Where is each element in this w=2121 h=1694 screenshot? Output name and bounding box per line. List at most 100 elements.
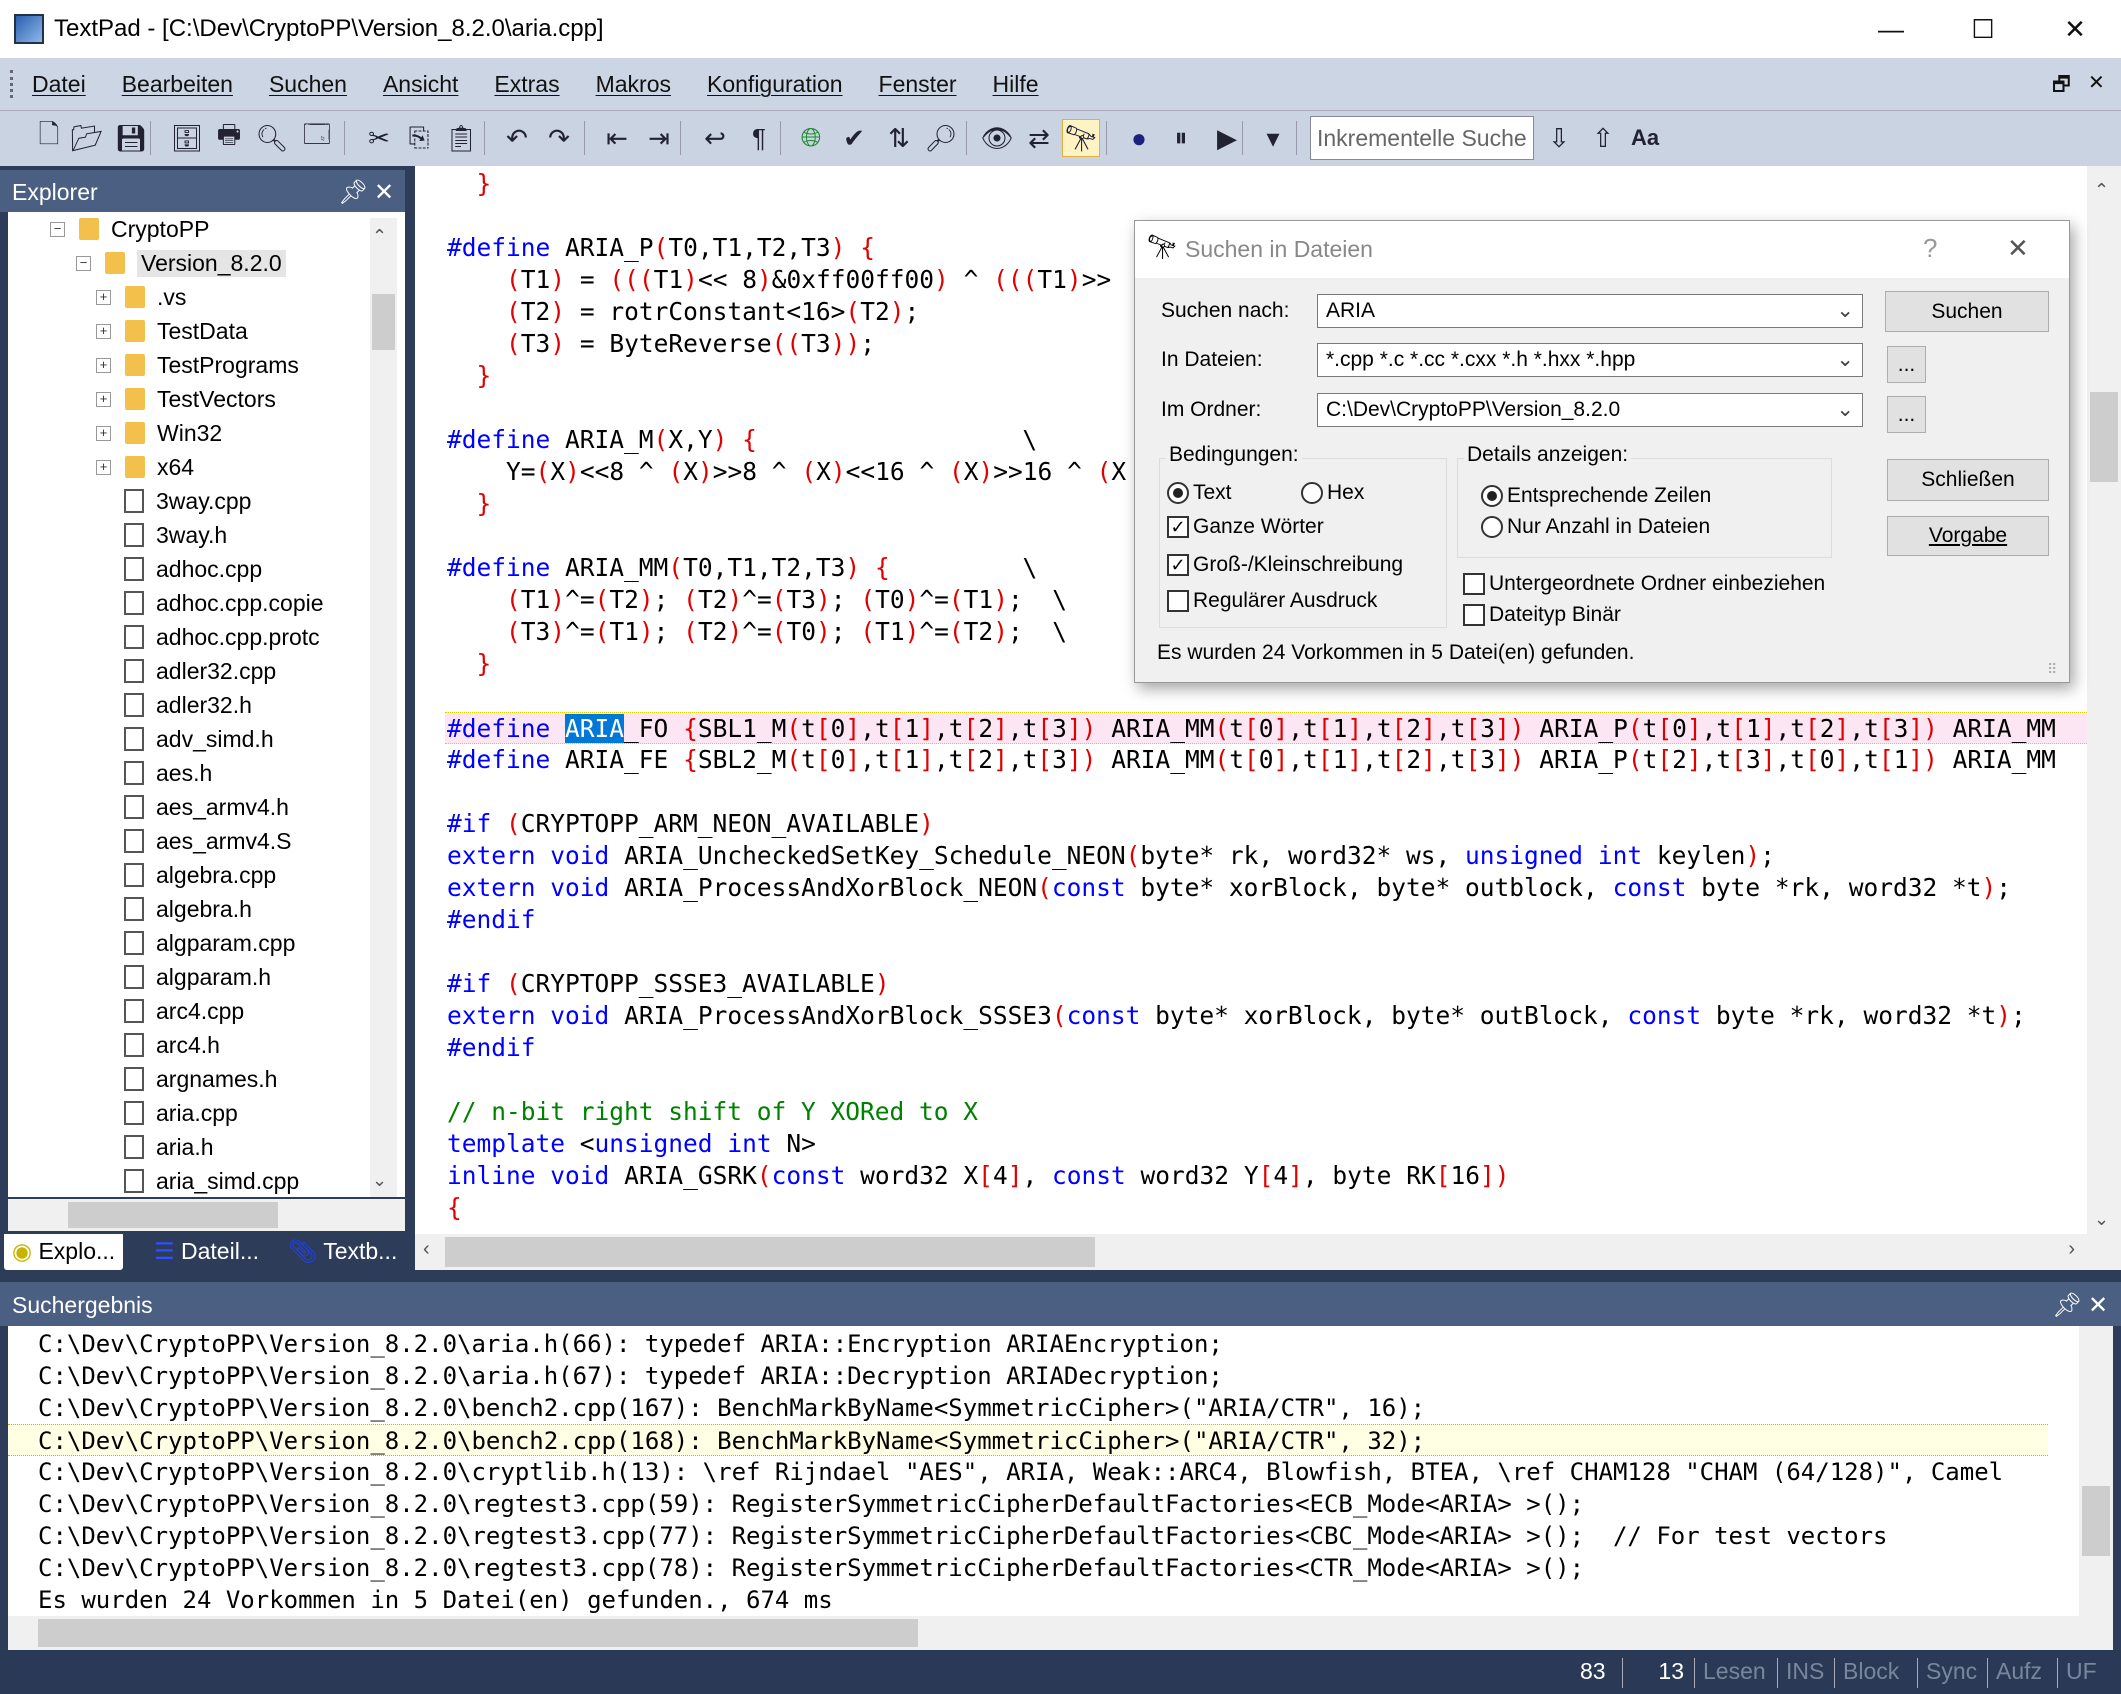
radio-icon[interactable]	[1481, 516, 1503, 538]
status-uf[interactable]: UF	[2057, 1658, 2105, 1688]
document-properties-icon[interactable]: 🗔	[298, 119, 336, 157]
expand-icon[interactable]: +	[96, 357, 111, 373]
tree-item[interactable]: algebra.h	[124, 892, 252, 926]
checkbox-whole-words[interactable]: ✓ Ganze Wörter	[1167, 515, 1324, 539]
tree-item[interactable]: argnames.h	[124, 1062, 277, 1096]
checkbox-icon[interactable]	[1463, 573, 1485, 595]
result-line[interactable]: C:\Dev\CryptoPP\Version_8.2.0\cryptlib.h…	[38, 1456, 2048, 1488]
editor-horizontal-scrollbar[interactable]: ‹ ›	[415, 1234, 2121, 1270]
tree-item[interactable]: adler32.cpp	[124, 654, 276, 688]
result-line[interactable]: Es wurden 24 Vorkommen in 5 Datei(en) ge…	[38, 1584, 2048, 1616]
minimize-button[interactable]: —	[1845, 0, 1937, 58]
scroll-thumb[interactable]	[38, 1619, 918, 1647]
tree-item[interactable]: adhoc.cpp.protc	[124, 620, 320, 654]
menu-hilfe[interactable]: Hilfe	[993, 71, 1039, 98]
close-panel-icon[interactable]: ✕	[2088, 1291, 2108, 1320]
results-vertical-scrollbar[interactable]	[2079, 1326, 2113, 1616]
tree-item[interactable]: − CryptoPP	[50, 212, 209, 246]
status-ins[interactable]: INS	[1777, 1658, 1832, 1688]
sort-icon[interactable]: ⇅	[880, 119, 918, 157]
tree-item[interactable]: aria_simd.cpp	[124, 1164, 299, 1197]
menu-grip[interactable]	[10, 70, 14, 98]
open-file-icon[interactable]: 📂︎	[68, 119, 106, 157]
tree-item[interactable]: adhoc.cpp	[124, 552, 262, 586]
tree-item[interactable]: arc4.cpp	[124, 994, 244, 1028]
checkbox-regex[interactable]: Regulärer Ausdruck	[1167, 589, 1377, 613]
tree-item[interactable]: aria.h	[124, 1130, 214, 1164]
indent-icon[interactable]: ⇤	[598, 119, 636, 157]
maximize-button[interactable]: ☐	[1937, 0, 2029, 58]
scroll-down-icon[interactable]: ⌄	[2094, 1209, 2109, 1230]
scroll-thumb[interactable]	[2090, 392, 2118, 482]
scroll-down-icon[interactable]: ⌄	[372, 1170, 387, 1191]
tree-item[interactable]: arc4.h	[124, 1028, 220, 1062]
tree-item[interactable]: algebra.cpp	[124, 858, 276, 892]
expand-icon[interactable]: +	[96, 459, 111, 475]
paste-icon[interactable]: 📋︎	[442, 119, 480, 157]
tree-item[interactable]: algparam.cpp	[124, 926, 295, 960]
tree-item[interactable]: aes.h	[124, 756, 212, 790]
tab-explorer[interactable]: ◉ Explo...	[4, 1234, 124, 1270]
expand-icon[interactable]: +	[96, 425, 111, 441]
print-preview-icon[interactable]: 🔍︎	[253, 119, 291, 157]
find-what-combobox[interactable]: ARIA ⌄	[1317, 294, 1863, 328]
in-folder-combobox[interactable]: C:\Dev\CryptoPP\Version_8.2.0 ⌄	[1317, 393, 1863, 427]
tab-clip-library[interactable]: 📎︎ Textb...	[280, 1234, 405, 1270]
outdent-icon[interactable]: ⇥	[640, 119, 678, 157]
browse-files-button[interactable]: ...	[1887, 346, 1926, 383]
tree-item[interactable]: + x64	[96, 450, 194, 484]
tree-item[interactable]: + .vs	[96, 280, 186, 314]
tree-item[interactable]: adv_simd.h	[124, 722, 274, 756]
result-line[interactable]: C:\Dev\CryptoPP\Version_8.2.0\regtest3.c…	[38, 1488, 2048, 1520]
menu-konfiguration[interactable]: Konfiguration	[707, 71, 843, 98]
restore-document-icon[interactable]: 🗗	[2052, 70, 2071, 104]
tree-item[interactable]: 3way.cpp	[124, 484, 251, 518]
tree-item[interactable]: + TestPrograms	[96, 348, 299, 382]
find-previous-icon[interactable]: ⇧	[1584, 119, 1622, 157]
scroll-thumb[interactable]	[2082, 1486, 2110, 1556]
tree-item[interactable]: aria.cpp	[124, 1096, 238, 1130]
radio-count-only[interactable]: Nur Anzahl in Dateien	[1481, 515, 1710, 539]
find-in-files-icon[interactable]: 🔭︎	[1062, 119, 1100, 157]
spell-check-icon[interactable]: ✔	[835, 119, 873, 157]
checkbox-subfolders[interactable]: Untergeordnete Ordner einbeziehen	[1463, 572, 1825, 596]
menu-extras[interactable]: Extras	[494, 71, 559, 98]
scroll-up-icon[interactable]: ⌃	[372, 226, 387, 247]
result-line[interactable]: C:\Dev\CryptoPP\Version_8.2.0\bench2.cpp…	[8, 1424, 2048, 1456]
close-button[interactable]: Schließen	[1887, 459, 2049, 501]
play-icon[interactable]: ▶	[1208, 119, 1246, 157]
menu-makros[interactable]: Makros	[596, 71, 671, 98]
resize-grip-icon[interactable]: ⠿	[2047, 661, 2057, 678]
find-in-files-document-icon[interactable]: 🔎︎	[922, 119, 960, 157]
help-button[interactable]: ?	[1923, 233, 1937, 264]
tree-item[interactable]: aes_armv4.S	[124, 824, 292, 858]
close-panel-icon[interactable]: ✕	[374, 178, 394, 207]
checkbox-icon[interactable]	[1463, 604, 1485, 626]
radio-text[interactable]: Text	[1167, 481, 1232, 505]
cut-icon[interactable]: ✂	[360, 119, 398, 157]
expand-icon[interactable]: +	[96, 289, 111, 305]
scroll-left-icon[interactable]: ‹	[423, 1238, 430, 1261]
result-line[interactable]: C:\Dev\CryptoPP\Version_8.2.0\regtest3.c…	[38, 1552, 2048, 1584]
pilcrow-icon[interactable]: ¶	[740, 119, 778, 157]
tree-item[interactable]: + TestData	[96, 314, 248, 348]
tree-item[interactable]: − Version_8.2.0	[76, 246, 286, 280]
scroll-up-icon[interactable]: ⌃	[2094, 180, 2109, 201]
scroll-thumb[interactable]	[68, 1202, 278, 1228]
tree-item[interactable]: + TestVectors	[96, 382, 276, 416]
close-document-icon[interactable]: ✕	[2088, 70, 2105, 95]
chevron-down-icon[interactable]: ⌄	[1836, 347, 1854, 372]
word-wrap-icon[interactable]: ↩	[696, 119, 734, 157]
pin-icon[interactable]: 📌︎	[338, 178, 368, 207]
collapse-icon[interactable]: −	[76, 255, 91, 271]
radio-matching-lines[interactable]: Entsprechende Zeilen	[1481, 484, 1711, 508]
chevron-down-icon[interactable]: ⌄	[1836, 397, 1854, 422]
menu-datei[interactable]: Datei	[32, 71, 86, 98]
scroll-right-icon[interactable]: ›	[2068, 1238, 2075, 1261]
checkbox-match-case[interactable]: ✓ Groß-/Kleinschreibung	[1167, 553, 1403, 577]
tree-item[interactable]: adhoc.cpp.copie	[124, 586, 324, 620]
status-block[interactable]: Block	[1834, 1658, 1907, 1688]
result-line[interactable]: C:\Dev\CryptoPP\Version_8.2.0\bench2.cpp…	[38, 1392, 2048, 1424]
save-all-icon[interactable]: 🗄	[168, 119, 206, 157]
editor-vertical-scrollbar[interactable]: ⌃ ⌄	[2087, 166, 2121, 1236]
